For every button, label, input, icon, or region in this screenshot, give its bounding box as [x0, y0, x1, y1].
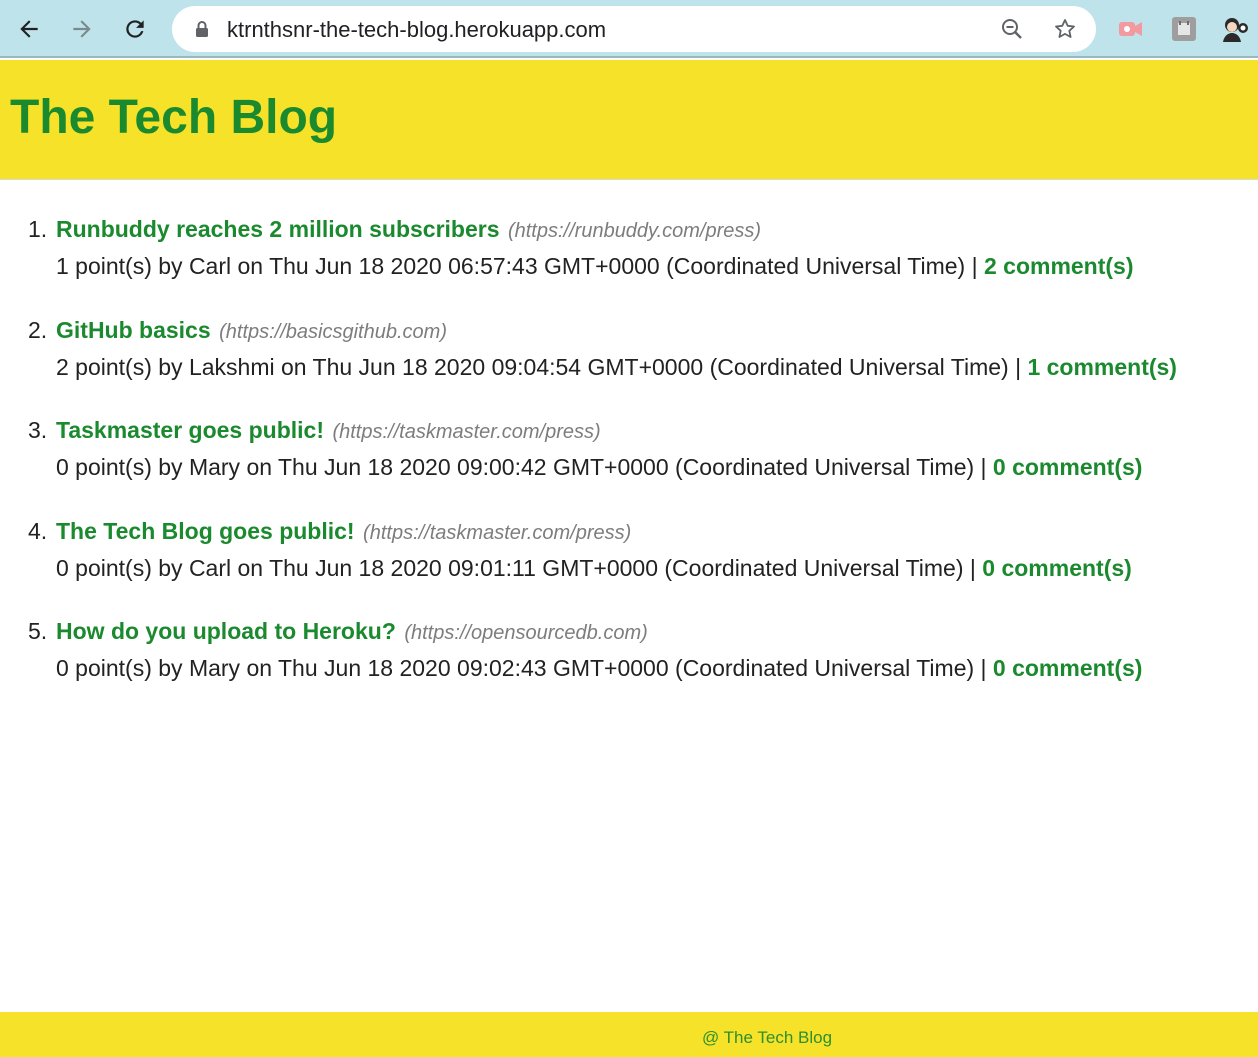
zoom-icon[interactable]	[1000, 17, 1024, 41]
post-meta: 0 point(s) by Carl on Thu Jun 18 2020 09…	[56, 552, 1132, 584]
comments-link[interactable]: 0 comment(s)	[993, 655, 1143, 681]
address-bar[interactable]: ktrnthsnr-the-tech-blog.herokuapp.com	[172, 6, 1096, 52]
post-meta-text: 1 point(s) by Carl on Thu Jun 18 2020 06…	[56, 253, 978, 279]
post-number: 4.	[28, 517, 48, 544]
post-title-link[interactable]: Taskmaster goes public!	[56, 417, 324, 443]
post-meta: 2 point(s) by Lakshmi on Thu Jun 18 2020…	[56, 351, 1177, 383]
post-title-link[interactable]: How do you upload to Heroku?	[56, 618, 396, 644]
list-item: 2. GitHub basics (https://basicsgithub.c…	[0, 314, 1258, 415]
post-url: (https://taskmaster.com/press)	[363, 521, 632, 544]
footer-text: @ The Tech Blog	[702, 1028, 833, 1047]
post-title-link[interactable]: GitHub basics	[56, 317, 211, 343]
site-footer: @ The Tech Blog	[0, 1012, 1258, 1057]
post-title-line: Taskmaster goes public! (https://taskmas…	[56, 414, 601, 450]
url-text[interactable]: ktrnthsnr-the-tech-blog.herokuapp.com	[227, 17, 606, 43]
back-arrow-icon[interactable]	[13, 13, 45, 45]
post-title-line: How do you upload to Heroku? (https://op…	[56, 615, 648, 651]
comments-link[interactable]: 0 comment(s)	[982, 555, 1132, 581]
list-item: 4. The Tech Blog goes public! (https://t…	[0, 515, 1258, 616]
site-header: The Tech Blog	[0, 60, 1258, 180]
post-number: 1.	[28, 216, 48, 242]
post-meta-text: 0 point(s) by Mary on Thu Jun 18 2020 09…	[56, 655, 987, 681]
post-meta-text: 2 point(s) by Lakshmi on Thu Jun 18 2020…	[56, 353, 1022, 380]
post-title-link[interactable]: Runbuddy reaches 2 million subscribers	[56, 216, 500, 242]
post-meta: 0 point(s) by Mary on Thu Jun 18 2020 09…	[56, 451, 1142, 483]
extension-icon[interactable]	[1116, 14, 1146, 44]
post-url: (https://taskmaster.com/press)	[332, 421, 601, 443]
post-title-line: GitHub basics (https://basicsgithub.com)	[56, 314, 447, 350]
star-icon[interactable]	[1053, 17, 1077, 41]
list-item: 3. Taskmaster goes public! (https://task…	[0, 414, 1258, 515]
comments-link[interactable]: 1 comment(s)	[1027, 354, 1177, 380]
post-url: (https://runbuddy.com/press)	[507, 220, 762, 242]
comments-link[interactable]: 2 comment(s)	[984, 253, 1134, 279]
post-meta-text: 0 point(s) by Carl on Thu Jun 18 2020 09…	[56, 554, 976, 581]
post-url: (https://basicsgithub.com)	[219, 320, 447, 343]
post-title-line: The Tech Blog goes public! (https://task…	[56, 515, 631, 551]
post-title-line: Runbuddy reaches 2 million subscribers (…	[56, 213, 761, 249]
post-meta: 1 point(s) by Carl on Thu Jun 18 2020 06…	[56, 250, 1134, 282]
browser-toolbar: ktrnthsnr-the-tech-blog.herokuapp.com	[0, 0, 1258, 58]
forward-arrow-icon[interactable]	[66, 13, 98, 45]
post-meta: 0 point(s) by Mary on Thu Jun 18 2020 09…	[56, 652, 1142, 684]
extension-icon[interactable]	[1169, 14, 1199, 44]
post-number: 5.	[28, 618, 48, 644]
list-item: 1. Runbuddy reaches 2 million subscriber…	[0, 213, 1258, 314]
post-list: 1. Runbuddy reaches 2 million subscriber…	[0, 213, 1258, 716]
post-number: 3.	[28, 417, 48, 443]
lock-icon[interactable]	[190, 17, 214, 41]
site-title[interactable]: The Tech Blog	[10, 90, 337, 146]
post-title-link[interactable]: The Tech Blog goes public!	[56, 518, 355, 544]
reload-icon[interactable]	[119, 13, 151, 45]
post-number: 2.	[28, 316, 48, 343]
profile-avatar-icon[interactable]	[1220, 14, 1250, 44]
post-url: (https://opensourcedb.com)	[404, 622, 648, 644]
list-item: 5. How do you upload to Heroku? (https:/…	[0, 615, 1258, 716]
comments-link[interactable]: 0 comment(s)	[993, 454, 1143, 480]
post-meta-text: 0 point(s) by Mary on Thu Jun 18 2020 09…	[56, 454, 987, 480]
